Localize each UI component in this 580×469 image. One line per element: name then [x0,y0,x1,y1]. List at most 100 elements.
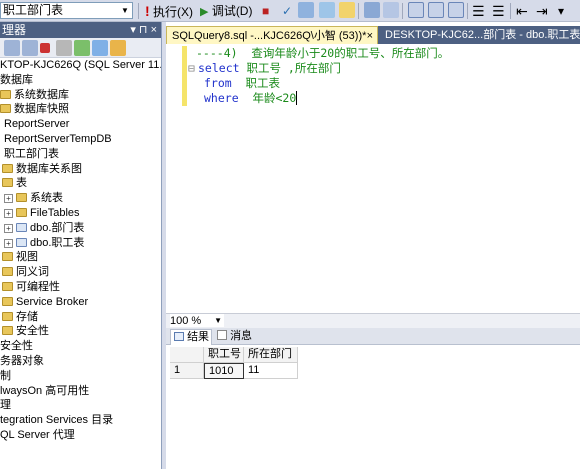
tab-table-designer[interactable]: DESKTOP-KJC62...部门表 - dbo.职工表 [380,26,580,44]
expand-icon[interactable]: + [4,223,13,233]
grid-cell[interactable]: 11 [244,363,298,379]
stop-icon[interactable] [56,40,72,56]
tree-item[interactable]: 数据库快照 [0,102,69,117]
tree-item[interactable]: 安全性 [0,339,33,354]
tree-item[interactable]: 系统数据库 [0,88,69,103]
chevron-down-icon[interactable]: ▼ [214,314,222,328]
folder-icon [2,282,13,291]
folder-icon [2,296,13,306]
tree-item[interactable]: 理 [0,398,11,413]
tree-item-label: tegration Services 目录 [0,414,114,427]
filter-icon[interactable] [74,40,90,56]
tree-item[interactable]: 数据库关系图 [2,162,82,177]
tree-item[interactable]: + dbo.职工表 [4,236,84,251]
execute-label: 执行(X) [153,5,194,19]
tree-item[interactable]: + FileTables [4,206,80,221]
column-header[interactable]: 职工号 [204,347,244,363]
table-icon [16,222,27,232]
tree-item[interactable]: KTOP-KJC626Q (SQL Server 11.0. [0,58,161,73]
client-stats-icon[interactable] [383,2,399,20]
connect-icon[interactable] [4,40,20,56]
tree-item[interactable]: 制 [0,369,11,384]
increase-indent-icon[interactable]: ⇥ [536,2,548,20]
tab-sqlquery8-label: SQLQuery8.sql -...KJC626Q\小智 (53))* [172,30,367,42]
include-plan-icon[interactable] [364,2,380,20]
intellisense-icon[interactable] [339,2,355,20]
zoom-dropdown[interactable]: 100 % ▼ [170,314,224,327]
tree-item[interactable]: 职工部门表 [0,147,59,162]
change-margin [182,46,187,106]
tree-item-label: 数据库快照 [14,103,69,116]
connect-icon[interactable] [22,40,38,56]
tree-item[interactable]: Service Broker [2,295,88,310]
stop-icon[interactable]: ■ [262,2,269,20]
execute-button[interactable]: ! 执行(X) [145,2,193,20]
tree-item-label: KTOP-KJC626Q (SQL Server 11.0. [0,59,161,71]
toolbar-separator [138,3,139,19]
results-to-text-icon[interactable] [408,2,424,20]
tab-messages[interactable]: 消息 [214,329,258,345]
toolbar-more-icon[interactable]: ▾ [558,2,564,20]
tree-item[interactable]: 安全性 [2,324,49,339]
grid-corner[interactable] [170,347,204,363]
tree-item[interactable]: + 系统表 [4,191,63,206]
column-header[interactable]: 所在部门 [244,347,298,363]
tree-item-label: 安全性 [16,325,49,338]
object-tree: KTOP-KJC626Q (SQL Server 11.0. 数据库 系统数据库 数据… [0,58,161,469]
results-to-grid-icon[interactable] [428,2,444,20]
expand-icon[interactable]: + [4,238,13,248]
expand-icon[interactable]: + [4,194,13,204]
uncomment-icon[interactable]: ☰ [492,2,505,20]
tree-item[interactable]: lwaysOn 高可用性 [0,384,89,399]
query-designer-icon[interactable] [319,2,335,20]
tab-sqlquery8[interactable]: SQLQuery8.sql -...KJC626Q\小智 (53))* × [166,26,378,44]
tree-item[interactable]: 可编程性 [2,280,60,295]
comment-out-icon[interactable]: ☰ [472,2,485,20]
disconnect-icon[interactable] [40,43,50,53]
tree-item[interactable]: 务器对象 [0,354,44,369]
tree-item[interactable]: ReportServerTempDB [0,132,112,147]
tree-item[interactable]: tegration Services 目录 [0,413,113,428]
tree-item-label: 理 [0,399,11,412]
parse-check-icon[interactable]: ✓ [282,2,292,20]
tab-results[interactable]: 结果 [170,329,212,345]
debug-button[interactable]: ▶ 调试(D) [200,2,252,20]
tree-item-label: 数据库 [0,73,33,86]
results-to-file-icon[interactable] [448,2,464,20]
tree-item[interactable]: 视图 [2,250,38,265]
keyword-from: from [204,76,232,90]
folder-icon [16,208,27,217]
refresh-icon[interactable] [92,40,108,56]
tree-item[interactable]: QL Server 代理 [0,428,75,443]
tab-table-designer-label: DESKTOP-KJC62...部门表 - dbo.职工表 [385,29,580,41]
database-selector[interactable]: 职工部门表 ▼ [0,2,133,19]
decrease-indent-icon[interactable]: ⇤ [516,2,528,20]
folder-icon [16,193,27,203]
document-tabs: SQLQuery8.sql -...KJC626Q\小智 (53))* × DE… [166,26,580,44]
expand-icon[interactable]: + [4,209,13,218]
tree-item-label: 系统表 [30,192,63,205]
results-tabs: 结果 消息 [166,328,580,345]
display-plan-icon[interactable] [298,2,314,20]
tree-item[interactable]: 同义词 [2,265,49,280]
where-condition: 年龄<20 [238,91,297,105]
collapse-icon[interactable]: ⊟ [188,61,195,76]
activity-monitor-icon[interactable] [110,40,126,56]
select-columns: 职工号 ,所在部门 [239,61,341,75]
code-line-from: from 职工表 [204,76,280,91]
tree-item[interactable]: 数据库 [0,73,33,88]
tree-item[interactable]: + dbo.部门表 [4,221,84,236]
grid-cell[interactable]: 1010 [204,363,244,379]
pane-controls-icon[interactable]: ▾ ⊓ × [130,22,157,38]
query-editor[interactable]: ----4) 查询年龄小于20的职工号、所在部门。 ⊟ select 职工号 ,… [166,44,580,314]
close-icon[interactable]: × [367,27,373,44]
code-line-select: select 职工号 ,所在部门 [198,61,341,76]
tree-item[interactable]: ReportServer [0,117,69,132]
tree-item[interactable]: 表 [2,176,27,191]
folder-icon [2,326,13,336]
row-number[interactable]: 1 [170,363,204,379]
tree-item[interactable]: 存储 [2,310,38,325]
folder-icon [2,178,13,188]
chevron-down-icon[interactable]: ▼ [118,3,132,18]
from-table: 职工表 [231,76,281,90]
